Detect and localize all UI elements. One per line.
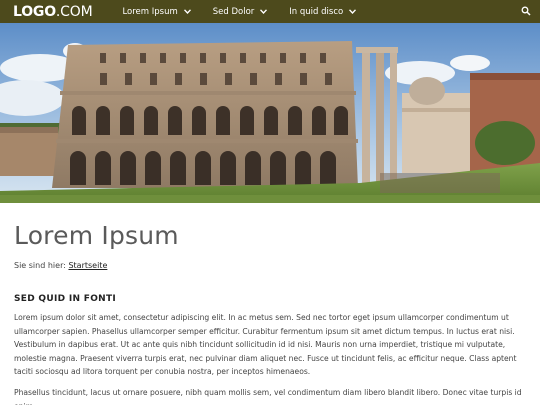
nav-item-label: Lorem Ipsum [122, 6, 178, 17]
hero-illustration [0, 23, 540, 203]
nav-item-sed-dolor[interactable]: Sed Dolor [202, 0, 279, 23]
logo-suffix-text: .COM [55, 3, 93, 20]
site-logo[interactable]: LOGO .COM [13, 3, 93, 20]
breadcrumb-link-startseite[interactable]: Startseite [68, 261, 107, 270]
chevron-down-icon [260, 9, 268, 14]
nav-item-in-quid-disco[interactable]: In quid disco [278, 0, 367, 23]
chevron-down-icon [183, 9, 191, 14]
chevron-down-icon [349, 9, 357, 14]
body-paragraph: Lorem ipsum dolor sit amet, consectetur … [14, 313, 517, 377]
nav-item-label: In quid disco [289, 6, 344, 17]
hero-image [0, 23, 540, 203]
breadcrumb: Sie sind hier: Startseite [14, 261, 107, 270]
body-paragraph: Phasellus tincidunt, lacus ut ornare pos… [14, 388, 522, 405]
page-title: Lorem Ipsum [14, 221, 179, 250]
search-icon[interactable] [521, 6, 531, 16]
main-menu: Lorem Ipsum Sed Dolor In quid disco [111, 0, 367, 23]
nav-item-label: Sed Dolor [212, 6, 255, 17]
section-heading: SED QUID IN FONTI [14, 294, 117, 304]
top-navigation-bar: LOGO .COM Lorem Ipsum Sed Dolor In quid d… [0, 0, 540, 23]
breadcrumb-prefix: Sie sind hier: [14, 261, 66, 270]
nav-item-lorem-ipsum[interactable]: Lorem Ipsum [111, 0, 201, 23]
logo-main-text: LOGO [13, 3, 56, 20]
